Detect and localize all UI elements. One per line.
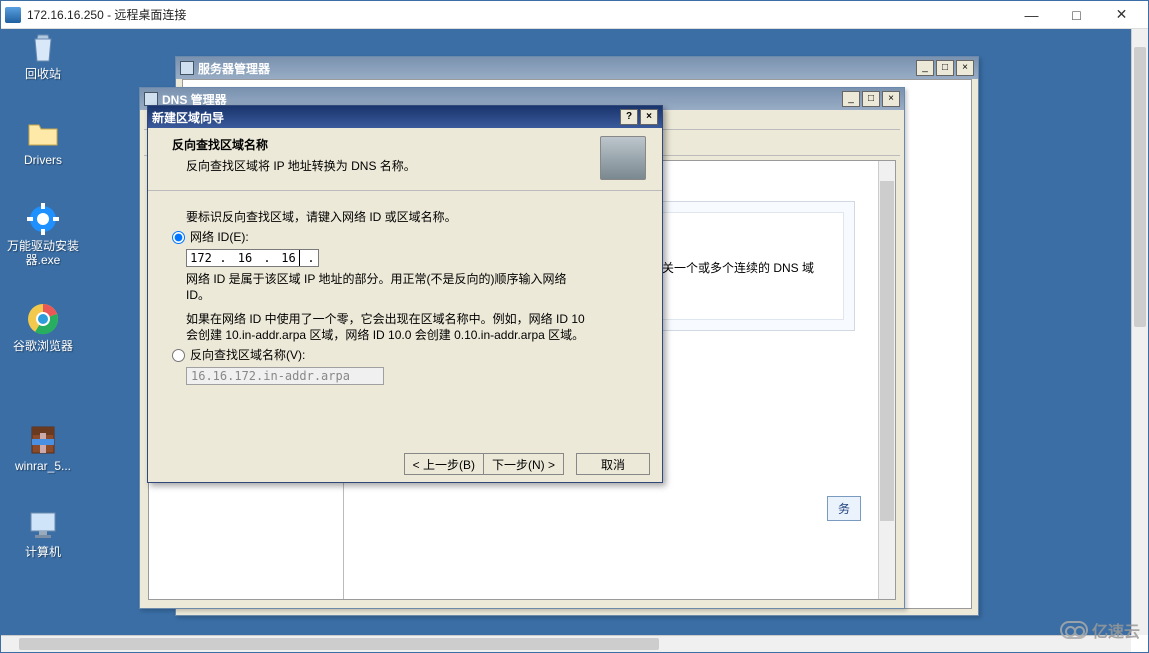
wizard-header-image bbox=[600, 136, 646, 180]
wizard-cancel-button[interactable]: 取消 bbox=[576, 453, 650, 475]
rdp-horizontal-scrollbar[interactable] bbox=[1, 635, 1131, 652]
wizard-next-button[interactable]: 下一步(N) > bbox=[483, 453, 564, 475]
rdp-window: 172.16.16.250 - 远程桌面连接 — □ ✕ 回收站 Drivers… bbox=[0, 0, 1149, 653]
wizard-intro-text: 要标识反向查找区域，请键入网络 ID 或区域名称。 bbox=[186, 209, 634, 225]
wizard-header-title: 反向查找区域名称 bbox=[172, 136, 600, 153]
server-manager-close-button[interactable]: × bbox=[956, 60, 974, 76]
dns-manager-close-button[interactable]: × bbox=[882, 91, 900, 107]
dns-manager-icon bbox=[144, 92, 158, 106]
desktop-icon-label: Drivers bbox=[7, 153, 79, 167]
winrar-icon bbox=[25, 421, 61, 457]
wizard-footer: < 上一步(B) 下一步(N) > 取消 bbox=[148, 446, 662, 482]
watermark-icon bbox=[1060, 621, 1088, 639]
zone-name-value: 16.16.172.in-addr.arpa bbox=[191, 368, 350, 384]
server-manager-icon bbox=[180, 61, 194, 75]
ip-octet-2[interactable]: 16 bbox=[234, 250, 256, 266]
rdp-vertical-scrollbar[interactable] bbox=[1131, 29, 1148, 635]
ip-octet-3[interactable]: 16 bbox=[278, 250, 300, 266]
rdp-title: 172.16.16.250 - 远程桌面连接 bbox=[27, 6, 1009, 23]
desktop-icon-drivers[interactable]: Drivers bbox=[7, 115, 79, 167]
wizard-back-button[interactable]: < 上一步(B) bbox=[404, 453, 484, 475]
wizard-help-button[interactable]: ? bbox=[620, 109, 638, 125]
server-manager-title: 服务器管理器 bbox=[198, 60, 916, 77]
zone-name-label: 反向查找区域名称(V): bbox=[190, 347, 305, 363]
desktop-icon-label: 谷歌浏览器 bbox=[7, 339, 79, 353]
server-manager-titlebar[interactable]: 服务器管理器 _ □ × bbox=[176, 57, 978, 79]
dns-manager-minimize-button[interactable]: _ bbox=[842, 91, 860, 107]
wizard-body: 要标识反向查找区域，请键入网络 ID 或区域名称。 网络 ID(E): 172.… bbox=[148, 191, 662, 399]
computer-icon bbox=[25, 507, 61, 543]
scroll-thumb[interactable] bbox=[19, 638, 659, 650]
desktop-icon-label: 万能驱动安装器.exe bbox=[7, 239, 79, 267]
rdp-maximize-button[interactable]: □ bbox=[1054, 4, 1099, 26]
chrome-icon bbox=[25, 301, 61, 337]
scroll-thumb[interactable] bbox=[1134, 47, 1146, 327]
wizard-header-subtitle: 反向查找区域将 IP 地址转换为 DNS 名称。 bbox=[172, 157, 600, 174]
rdp-titlebar[interactable]: 172.16.16.250 - 远程桌面连接 — □ ✕ bbox=[1, 1, 1148, 29]
folder-icon bbox=[25, 115, 61, 151]
dns-service-button[interactable]: 务 bbox=[827, 496, 861, 521]
desktop-icon-label: winrar_5... bbox=[7, 459, 79, 473]
network-id-input[interactable]: 172. 16. 16. bbox=[186, 249, 319, 267]
new-zone-wizard-dialog: 新建区域向导 ? × 反向查找区域名称 反向查找区域将 IP 地址转换为 DNS… bbox=[147, 105, 663, 483]
wizard-header: 反向查找区域名称 反向查找区域将 IP 地址转换为 DNS 名称。 bbox=[148, 128, 662, 191]
desktop-icon-label: 计算机 bbox=[7, 545, 79, 559]
wizard-close-button[interactable]: × bbox=[640, 109, 658, 125]
rdp-close-button[interactable]: ✕ bbox=[1099, 4, 1144, 26]
desktop-icon-recycle-bin[interactable]: 回收站 bbox=[7, 29, 79, 81]
wizard-help-text-2: 如果在网络 ID 中使用了一个零，它会出现在区域名称中。例如，网络 ID 10 … bbox=[186, 311, 586, 343]
zone-name-radio[interactable] bbox=[172, 349, 185, 362]
gear-icon bbox=[25, 201, 61, 237]
remote-desktop: 回收站 Drivers 万能驱动安装器.exe 谷歌浏览器 winrar_5.. bbox=[1, 29, 1131, 635]
watermark: 亿速云 bbox=[1060, 618, 1140, 642]
server-manager-minimize-button[interactable]: _ bbox=[916, 60, 934, 76]
zone-name-option-row: 反向查找区域名称(V): bbox=[172, 347, 634, 363]
rdp-minimize-button[interactable]: — bbox=[1009, 4, 1054, 26]
watermark-text: 亿速云 bbox=[1092, 618, 1140, 642]
wizard-help-text-1: 网络 ID 是属于该区域 IP 地址的部分。用正常(不是反向的)顺序输入网络 I… bbox=[186, 271, 586, 303]
ip-octet-1[interactable]: 172 bbox=[190, 250, 212, 266]
desktop-icon-winrar[interactable]: winrar_5... bbox=[7, 421, 79, 473]
network-id-label: 网络 ID(E): bbox=[190, 229, 249, 245]
desktop-icon-label: 回收站 bbox=[7, 67, 79, 81]
server-manager-maximize-button[interactable]: □ bbox=[936, 60, 954, 76]
recycle-bin-icon bbox=[25, 29, 61, 65]
dns-manager-maximize-button[interactable]: □ bbox=[862, 91, 880, 107]
desktop-icon-driver-exe[interactable]: 万能驱动安装器.exe bbox=[7, 201, 79, 267]
desktop-icon-chrome[interactable]: 谷歌浏览器 bbox=[7, 301, 79, 353]
network-id-option-row: 网络 ID(E): bbox=[172, 229, 634, 245]
wizard-titlebar[interactable]: 新建区域向导 ? × bbox=[148, 106, 662, 128]
zone-name-input: 16.16.172.in-addr.arpa bbox=[186, 367, 384, 385]
dns-main-scrollbar[interactable] bbox=[878, 161, 895, 599]
desktop-icon-computer[interactable]: 计算机 bbox=[7, 507, 79, 559]
network-id-radio[interactable] bbox=[172, 231, 185, 244]
rdp-icon bbox=[5, 7, 21, 23]
wizard-title: 新建区域向导 bbox=[152, 109, 620, 126]
